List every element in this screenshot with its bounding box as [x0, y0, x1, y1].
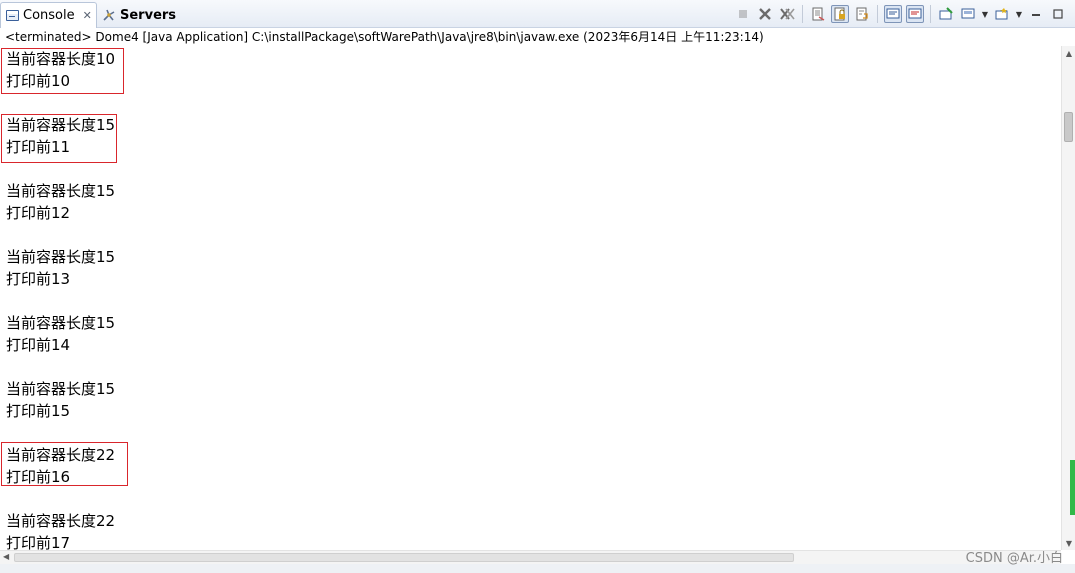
open-console-dropdown-icon[interactable]: ▼ [1015, 10, 1023, 19]
console-line: 打印前14 [6, 336, 71, 354]
process-status-line: <terminated> Dome4 [Java Application] C:… [0, 28, 1075, 46]
highlight-box [1, 48, 124, 94]
view-tab-bar: Console ✕ Servers ▼ ▼ [0, 0, 1075, 28]
scroll-left-icon[interactable]: ◀ [3, 552, 9, 561]
servers-icon [103, 9, 115, 21]
pin-console-icon [939, 7, 953, 20]
toolbar-separator [802, 5, 803, 23]
remove-launch-icon [759, 8, 771, 20]
maximize-icon [1053, 9, 1063, 19]
remove-all-terminated-icon [780, 8, 795, 20]
console-line: 当前容器长度15 [6, 380, 116, 398]
display-console-dropdown-icon[interactable]: ▼ [981, 10, 989, 19]
show-on-stdout-button[interactable] [884, 5, 902, 23]
console-line: 当前容器长度15 [6, 182, 116, 200]
horizontal-scroll-thumb[interactable] [14, 553, 794, 562]
tab-console-label: Console [23, 8, 75, 23]
watermark: CSDN @Ar.小白 [965, 551, 1063, 566]
scroll-down-icon[interactable]: ▼ [1064, 538, 1074, 548]
horizontal-scrollbar[interactable]: ◀ [0, 550, 1061, 564]
console-icon [6, 10, 19, 21]
console-output[interactable]: 当前容器长度10 打印前10 当前容器长度15 打印前11 当前容器长度15 打… [0, 48, 1061, 550]
show-on-stdout-icon [886, 8, 900, 19]
word-wrap-button[interactable] [853, 5, 871, 23]
bottom-border [0, 564, 1075, 573]
console-line: 打印前13 [6, 270, 71, 288]
clear-console-button[interactable] [809, 5, 827, 23]
open-console-button[interactable] [993, 5, 1011, 23]
scroll-lock-icon [834, 7, 845, 21]
show-on-stderr-icon [908, 8, 922, 19]
toolbar-separator [930, 5, 931, 23]
highlight-box [1, 114, 117, 163]
remove-all-terminated-button[interactable] [778, 5, 796, 23]
pin-console-button[interactable] [937, 5, 955, 23]
minimize-button[interactable] [1027, 5, 1045, 23]
console-line: 打印前17 [6, 534, 71, 550]
console-line: 打印前12 [6, 204, 71, 222]
maximize-button[interactable] [1049, 5, 1067, 23]
minimize-icon [1032, 14, 1040, 16]
scroll-lock-button[interactable] [831, 5, 849, 23]
tab-servers[interactable]: Servers [100, 2, 176, 28]
console-line: 当前容器长度22 [6, 512, 116, 530]
console-line: 打印前15 [6, 402, 71, 420]
console-line: 当前容器长度15 [6, 314, 116, 332]
vertical-scroll-thumb[interactable] [1064, 112, 1073, 142]
clear-console-icon [812, 7, 825, 21]
scroll-up-icon[interactable]: ▲ [1064, 48, 1074, 58]
highlight-box [1, 442, 128, 486]
word-wrap-icon [856, 7, 868, 21]
show-on-stderr-button[interactable] [906, 5, 924, 23]
display-console-button[interactable] [959, 5, 977, 23]
display-console-icon [961, 8, 975, 19]
close-icon[interactable]: ✕ [83, 10, 92, 21]
terminate-icon [739, 10, 747, 18]
remove-launch-button[interactable] [756, 5, 774, 23]
tab-servers-label: Servers [120, 7, 177, 23]
console-line: 当前容器长度15 [6, 248, 116, 266]
open-console-icon [995, 8, 1008, 20]
console-toolbar: ▼ ▼ [734, 4, 1067, 24]
toolbar-separator [877, 5, 878, 23]
terminate-button[interactable] [734, 5, 752, 23]
tab-console[interactable]: Console ✕ [0, 2, 97, 28]
overview-ruler-marker [1070, 460, 1075, 515]
